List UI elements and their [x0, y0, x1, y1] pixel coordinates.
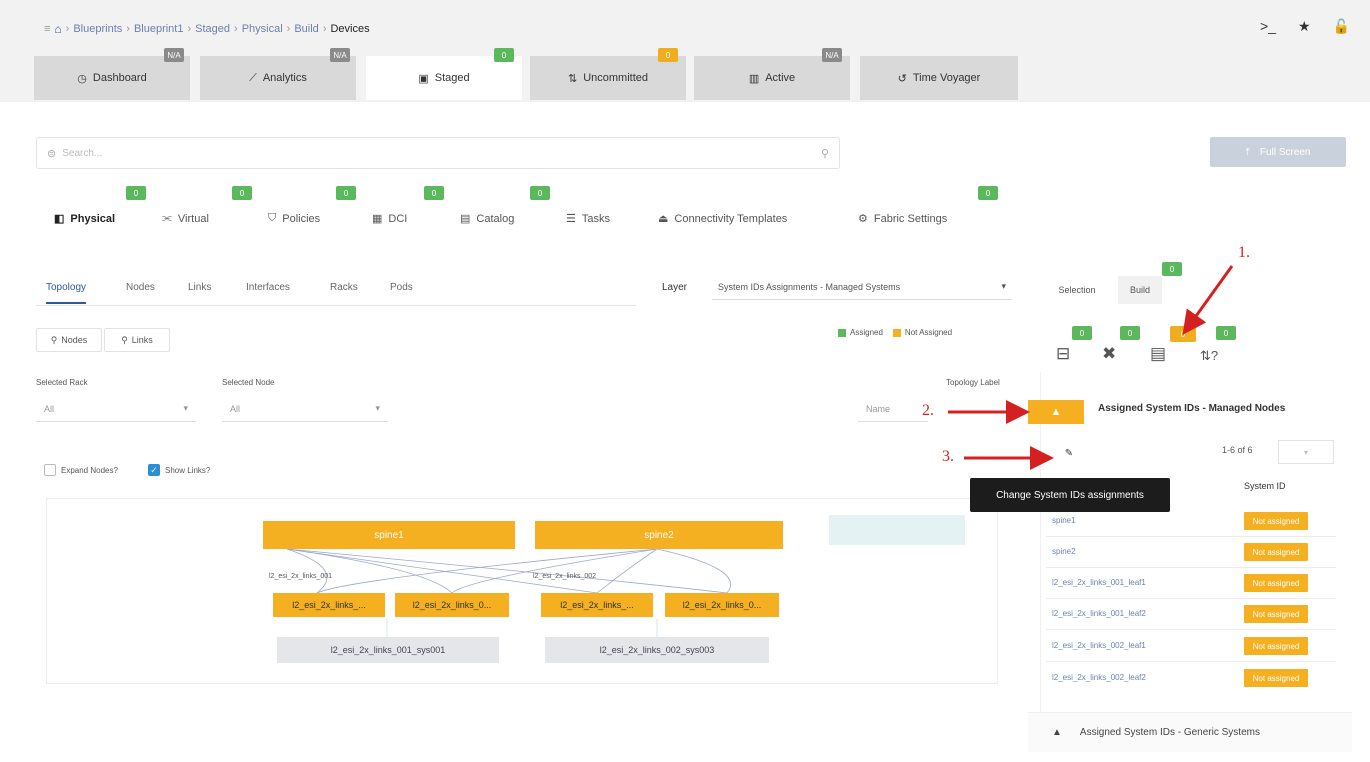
- arrow-1: [1182, 265, 1234, 335]
- annotation-arrows: [948, 265, 1234, 470]
- annotation-label: 3.: [942, 448, 954, 465]
- annotation-label: 2.: [922, 402, 934, 419]
- annotation-label: 1.: [1238, 244, 1250, 261]
